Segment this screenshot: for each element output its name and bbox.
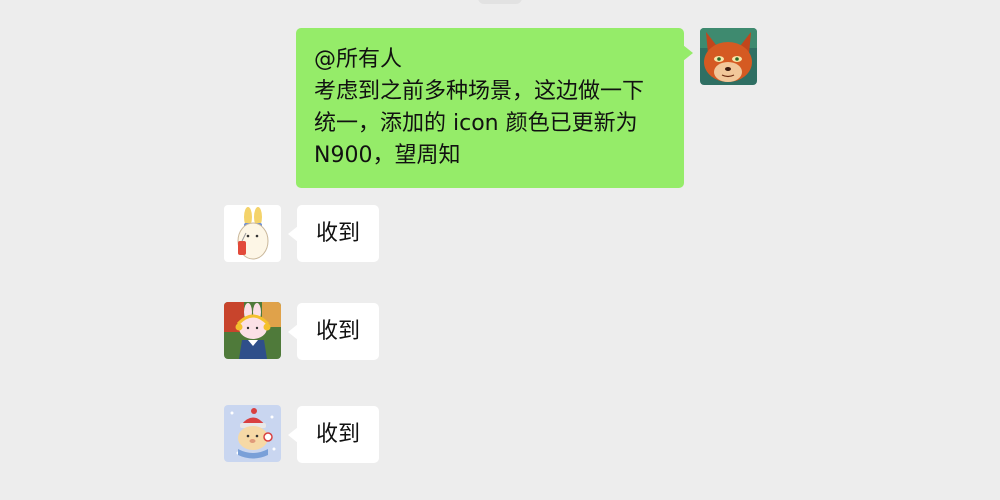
message-text: 收到 xyxy=(315,221,360,246)
bear-with-beanie-avatar[interactable] xyxy=(224,405,281,462)
bunny-with-drink-avatar[interactable] xyxy=(224,205,281,262)
bunny-icon xyxy=(224,302,281,359)
message-bubble-incoming[interactable]: 收到 xyxy=(288,303,379,360)
message-line: 考虑到之前多种场景，这边做一下 xyxy=(314,79,645,104)
bunny-with-headphones-avatar[interactable] xyxy=(224,302,281,359)
message-text: 收到 xyxy=(315,422,360,447)
chat-window: @所有人 考虑到之前多种场景，这边做一下 统一，添加的 icon 颜色已更新为 … xyxy=(0,0,1000,500)
fox-avatar[interactable] xyxy=(700,28,757,85)
bunny-icon xyxy=(224,205,281,262)
fox-icon xyxy=(700,28,757,85)
top-notch xyxy=(478,0,522,4)
message-line: @所有人 xyxy=(314,47,403,72)
message-bubble-incoming[interactable]: 收到 xyxy=(288,406,379,463)
message-line: N900，望周知 xyxy=(314,143,461,168)
message-text: 收到 xyxy=(315,319,360,344)
message-bubble-incoming[interactable]: 收到 xyxy=(288,205,379,262)
message-line: 统一，添加的 icon 颜色已更新为 xyxy=(314,111,638,136)
bear-icon xyxy=(224,405,281,462)
message-bubble-outgoing[interactable]: @所有人 考虑到之前多种场景，这边做一下 统一，添加的 icon 颜色已更新为 … xyxy=(296,28,693,188)
